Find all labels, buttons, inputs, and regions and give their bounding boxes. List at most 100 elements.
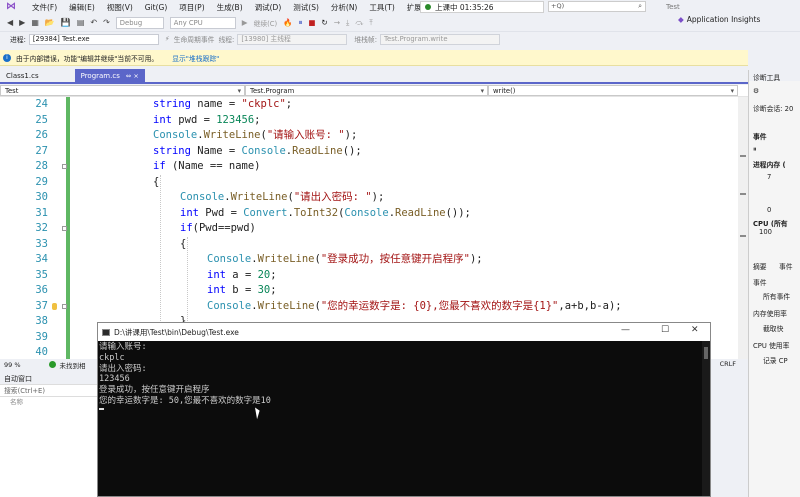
- menu-git[interactable]: Git(G): [139, 3, 174, 12]
- minimize-icon[interactable]: —: [621, 325, 630, 335]
- menu-tools[interactable]: 工具(T): [363, 2, 400, 13]
- menu-test[interactable]: 测试(S): [287, 2, 325, 13]
- step-into-icon[interactable]: ⤓: [346, 18, 349, 28]
- code-token: string: [153, 98, 198, 110]
- member-dropdown[interactable]: write() ▾: [488, 85, 738, 96]
- stop-icon[interactable]: ■: [308, 18, 315, 27]
- close-icon[interactable]: ⇔ ×: [126, 70, 139, 82]
- diag-pause-icon[interactable]: ⏸: [753, 145, 756, 154]
- type-dropdown[interactable]: Test.Program ▾: [245, 85, 488, 96]
- diag-mem-bottom: 0: [767, 206, 772, 214]
- code-token: ;: [270, 268, 277, 281]
- solution-title: Test: [666, 3, 680, 11]
- diag-cpu-usage: CPU 使用率: [753, 342, 790, 350]
- info-message: 由于内部错误，功能"编辑并继续"当前不可用。: [16, 54, 159, 63]
- line-number: 27: [35, 144, 48, 157]
- show-next-statement-icon[interactable]: →: [334, 18, 340, 27]
- forward-icon[interactable]: ▶: [19, 18, 25, 27]
- continue-button[interactable]: 继续(C): [254, 18, 278, 28]
- thread-dropdown[interactable]: [13980] 主线程: [237, 33, 348, 45]
- save-all-icon[interactable]: ▤: [77, 18, 85, 27]
- insights-icon: ◆: [678, 15, 684, 24]
- editor-scrollbar[interactable]: [738, 97, 748, 359]
- info-bar: i 由于内部错误，功能"编辑并继续"当前不可用。 显示"堆栈跟踪": [0, 50, 748, 66]
- show-stack-trace-link[interactable]: 显示"堆栈跟踪": [172, 53, 219, 63]
- scroll-marker: [740, 155, 746, 157]
- diag-record-cpu[interactable]: 记录 CP: [763, 355, 788, 365]
- config-dropdown[interactable]: Debug: [115, 16, 164, 29]
- line-ending[interactable]: CRLF: [720, 360, 736, 368]
- close-icon[interactable]: ✕: [691, 325, 699, 335]
- thread-label: 线程:: [218, 36, 235, 44]
- menu-project[interactable]: 项目(P): [173, 2, 210, 13]
- insights-label: Application Insights: [686, 15, 761, 24]
- hot-reload-icon[interactable]: 🔥: [283, 18, 292, 27]
- zoom-level[interactable]: 99 %: [4, 361, 21, 369]
- open-icon[interactable]: 📂: [45, 18, 55, 27]
- diag-tab-events[interactable]: 事件: [779, 261, 793, 271]
- recording-indicator: 上课中 01:35:26: [420, 1, 544, 13]
- chevron-down-icon: ▾: [237, 87, 241, 95]
- diag-events-section: 事件: [753, 279, 767, 287]
- process-dropdown[interactable]: [29384] Test.exe: [28, 33, 159, 45]
- code-token: ());: [445, 206, 471, 219]
- lightbulb-icon[interactable]: [52, 302, 57, 310]
- autos-title: 自动窗口: [0, 374, 97, 385]
- lifecycle-dropdown[interactable]: 生命周期事件: [174, 34, 215, 44]
- diag-events: 事件: [753, 133, 767, 141]
- tab-program[interactable]: Program.cs ⇔ ×: [74, 69, 145, 82]
- back-icon[interactable]: ◀: [7, 18, 13, 27]
- lifecycle-icon: ⚡: [164, 35, 170, 43]
- menu-edit[interactable]: 编辑(E): [63, 2, 101, 13]
- restart-icon[interactable]: ↻: [321, 18, 327, 27]
- redo-icon[interactable]: ↷: [103, 18, 110, 27]
- scroll-marker: [740, 193, 746, 195]
- code-token: int: [180, 206, 206, 219]
- tab-class1[interactable]: Class1.cs: [0, 69, 45, 82]
- menu-analyze[interactable]: 分析(N): [325, 2, 363, 13]
- menu-file[interactable]: 文件(F): [26, 2, 63, 13]
- line-number: 40: [35, 346, 48, 358]
- code-token: );: [344, 129, 358, 141]
- platform-dropdown[interactable]: Any CPU: [169, 16, 236, 29]
- console-line: 123456: [99, 374, 130, 385]
- console-scrollbar[interactable]: [702, 341, 710, 496]
- fold-toggle-icon[interactable]: [62, 226, 67, 231]
- autos-search-input[interactable]: 搜索(Ctrl+E): [0, 385, 97, 397]
- code-line: int b = 30;: [207, 283, 277, 299]
- issues-text[interactable]: 未找到相: [60, 360, 86, 370]
- diag-memory: 进程内存 (: [753, 161, 786, 169]
- line-number: 32: [35, 222, 48, 234]
- code-token: ;: [285, 98, 293, 110]
- menu-view[interactable]: 视图(V): [101, 2, 139, 13]
- fold-toggle-icon[interactable]: [62, 164, 67, 169]
- diag-all-events[interactable]: 所有事件: [763, 291, 790, 301]
- console-window[interactable]: D:\讲课用\Test\bin\Debug\Test.exe — ☐ ✕ 请输入…: [97, 322, 711, 497]
- search-box[interactable]: +Q) ⌕: [548, 1, 646, 12]
- maximize-icon[interactable]: ☐: [661, 325, 669, 335]
- diag-session: 诊断会话: 20: [753, 105, 794, 113]
- new-item-icon[interactable]: ▦: [31, 18, 39, 27]
- code-token: WriteLine: [257, 253, 315, 265]
- project-dropdown[interactable]: Test ▾: [0, 85, 245, 96]
- menu-build[interactable]: 生成(B): [211, 2, 249, 13]
- chevron-down-icon: ▾: [480, 87, 484, 95]
- line-number: 36: [35, 284, 48, 296]
- fold-toggle-icon[interactable]: [62, 303, 67, 309]
- application-insights[interactable]: ◆ Application Insights: [678, 15, 760, 24]
- undo-icon[interactable]: ↶: [90, 18, 97, 27]
- step-over-icon[interactable]: ⤼: [355, 18, 363, 28]
- menu-debug[interactable]: 调试(D): [249, 2, 288, 13]
- pause-icon[interactable]: ⏸: [299, 18, 303, 28]
- stack-frame-dropdown[interactable]: Test.Program.write: [380, 33, 501, 45]
- diag-tab-summary[interactable]: 摘要: [753, 261, 767, 271]
- continue-icon[interactable]: ▶: [242, 18, 248, 27]
- code-token: ,a+b,b-a);: [558, 299, 622, 312]
- diag-snapshot[interactable]: 截取快: [763, 323, 783, 333]
- diag-settings-icon[interactable]: ⚙: [753, 87, 759, 95]
- scroll-thumb[interactable]: [704, 347, 708, 359]
- save-icon[interactable]: 💾: [61, 18, 71, 27]
- step-out-icon[interactable]: ⤒: [369, 18, 372, 28]
- code-editor[interactable]: 24 25 26 27 28 29 30 31 32 33 34 35 36 37 38 39 40 strin…: [0, 97, 748, 359]
- line-number: 31: [35, 206, 48, 219]
